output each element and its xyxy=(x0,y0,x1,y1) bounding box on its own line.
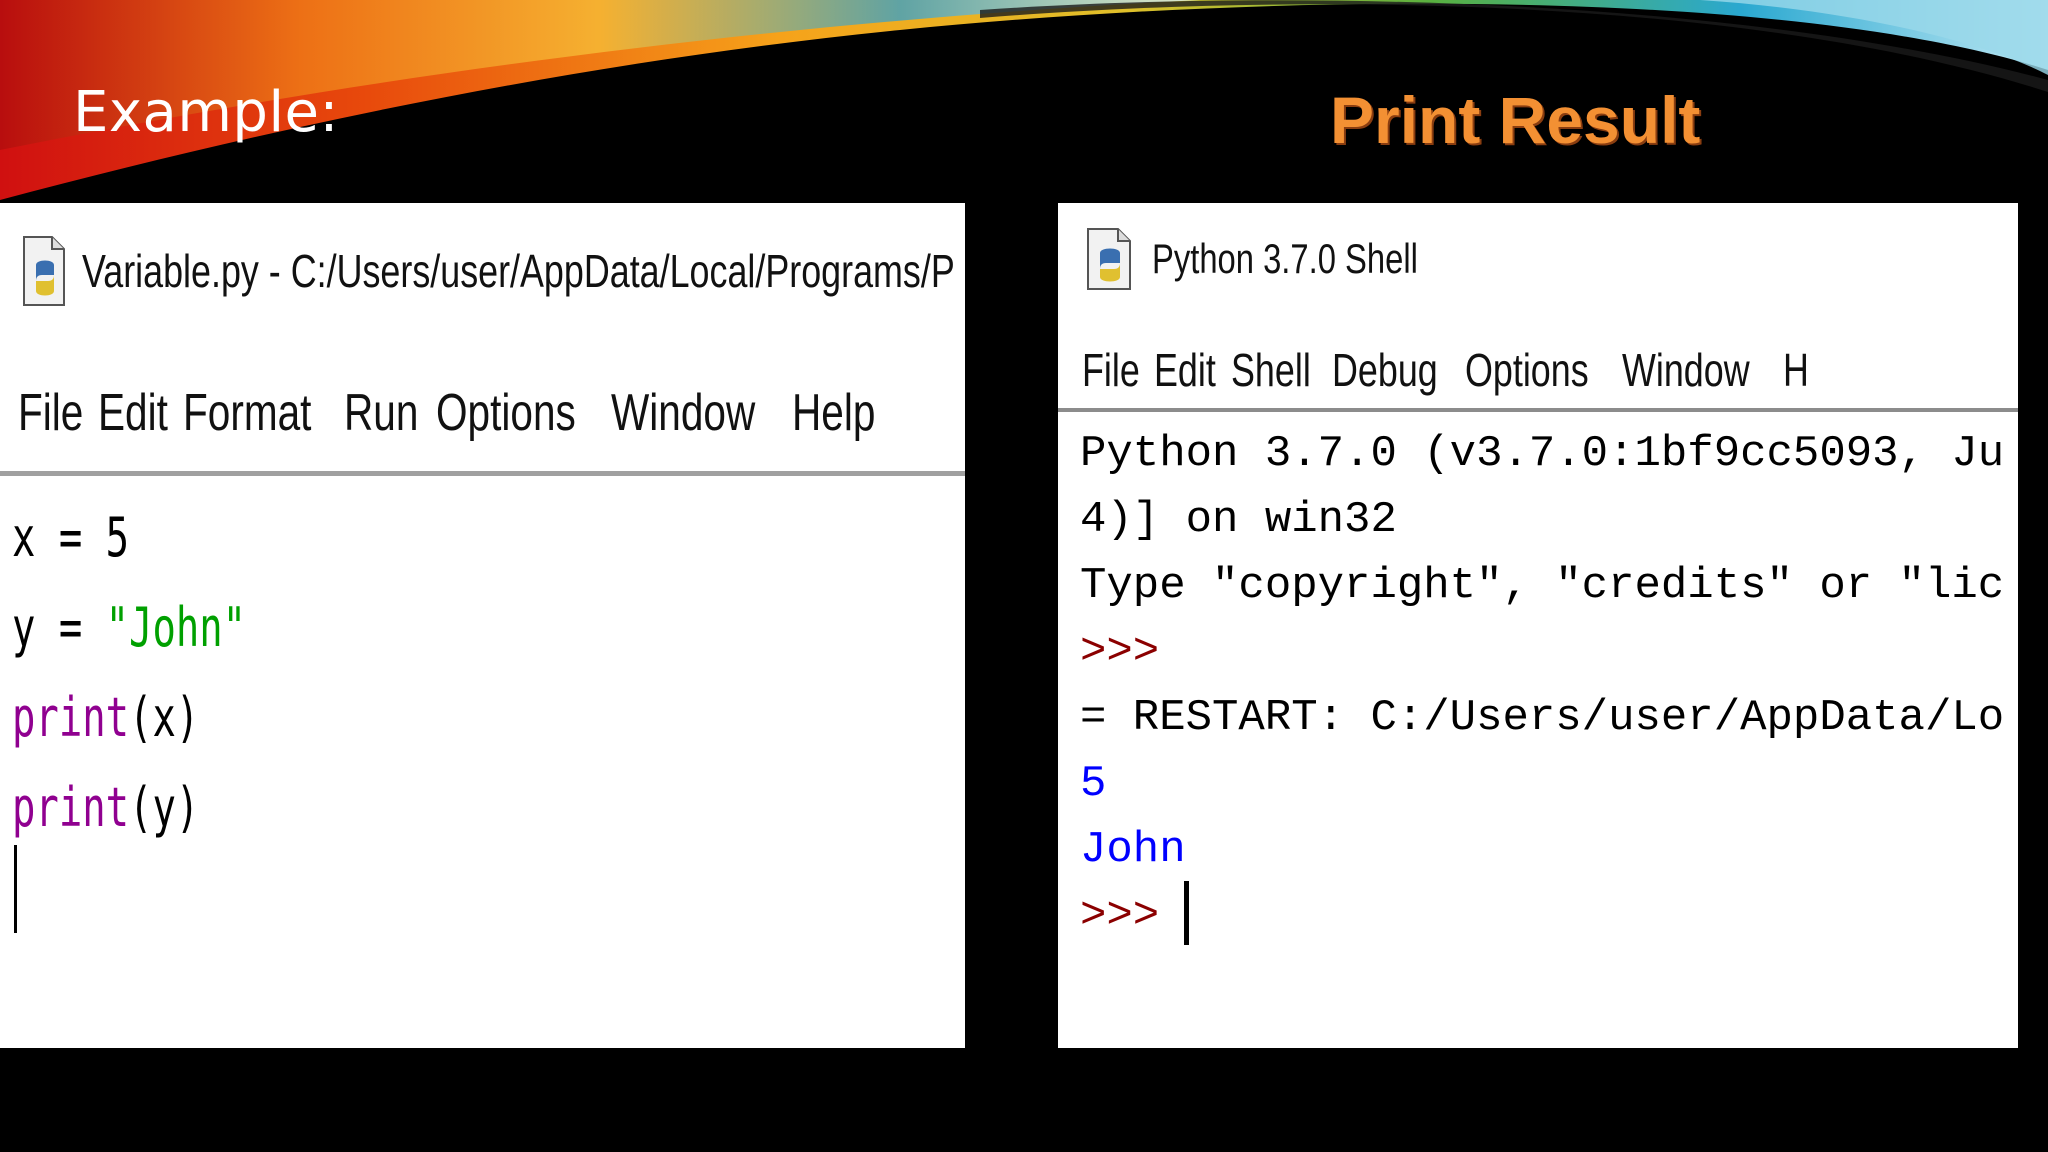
menu-edit[interactable]: Edit xyxy=(1154,343,1216,397)
shell-menubar: File Edit Shell Debug Options Window H xyxy=(1058,336,2018,404)
menu-window[interactable]: Window xyxy=(1622,343,1750,397)
menu-separator xyxy=(0,471,965,476)
code-text: (y) xyxy=(129,776,200,839)
shell-prompt: >>> xyxy=(1080,627,1160,677)
python-file-icon xyxy=(20,231,68,311)
menu-format[interactable]: Format xyxy=(183,383,311,443)
menu-options[interactable]: Options xyxy=(1465,343,1589,397)
shell-output-line: 5 xyxy=(1080,759,1107,809)
text-cursor xyxy=(14,845,17,933)
menu-window[interactable]: Window xyxy=(611,383,755,443)
menu-options[interactable]: Options xyxy=(436,383,576,443)
shell-output[interactable]: Python 3.7.0 (v3.7.0:1bf9cc5093, Ju 4)] … xyxy=(1080,421,2004,949)
menu-file[interactable]: File xyxy=(18,383,83,443)
shell-banner-line: 4)] on win32 xyxy=(1080,495,1397,545)
menu-edit[interactable]: Edit xyxy=(98,383,168,443)
shell-window-title: Python 3.7.0 Shell xyxy=(1152,235,1418,282)
code-line: x = 5 xyxy=(12,493,246,583)
code-line: y = "John" xyxy=(12,583,246,673)
code-text: (x) xyxy=(129,686,200,749)
shell-window: Python 3.7.0 Shell File Edit Shell Debug… xyxy=(1058,203,2018,1048)
editor-titlebar: Variable.py - C:/Users/user/AppData/Loca… xyxy=(0,231,965,311)
editor-window: Variable.py - C:/Users/user/AppData/Loca… xyxy=(0,203,965,1048)
shell-banner-line: Type "copyright", "credits" or "lic xyxy=(1080,561,2005,611)
slide-title: Example: xyxy=(73,80,339,145)
menu-help[interactable]: Help xyxy=(792,383,875,443)
menu-help[interactable]: H xyxy=(1783,343,1809,397)
menu-run[interactable]: Run xyxy=(344,383,418,443)
result-title: Print Result xyxy=(1330,83,1701,157)
shell-titlebar: Python 3.7.0 Shell xyxy=(1058,223,2018,295)
menu-file[interactable]: File xyxy=(1082,343,1140,397)
code-text: y = xyxy=(12,596,106,659)
editor-window-title: Variable.py - C:/Users/user/AppData/Loca… xyxy=(82,245,955,297)
code-text: x = 5 xyxy=(12,506,130,569)
keyword-print: print xyxy=(12,776,130,839)
shell-restart-line: = RESTART: C:/Users/user/AppData/Lo xyxy=(1080,693,2005,743)
shell-prompt: >>> xyxy=(1080,891,1160,941)
python-file-icon xyxy=(1084,225,1134,293)
code-line: print(x) xyxy=(12,673,246,763)
text-cursor xyxy=(1184,881,1189,945)
code-editor[interactable]: x = 5 y = "John" print(x) print(y) xyxy=(12,493,337,853)
string-literal: "John" xyxy=(105,596,247,659)
shell-banner-line: Python 3.7.0 (v3.7.0:1bf9cc5093, Ju xyxy=(1080,429,2005,479)
menu-shell[interactable]: Shell xyxy=(1231,343,1311,397)
editor-menubar: File Edit Format Run Options Window Help xyxy=(0,378,965,448)
code-line: print(y) xyxy=(12,763,246,853)
menu-separator xyxy=(1058,408,2018,412)
menu-debug[interactable]: Debug xyxy=(1332,343,1438,397)
shell-output-line: John xyxy=(1080,825,1186,875)
keyword-print: print xyxy=(12,686,130,749)
